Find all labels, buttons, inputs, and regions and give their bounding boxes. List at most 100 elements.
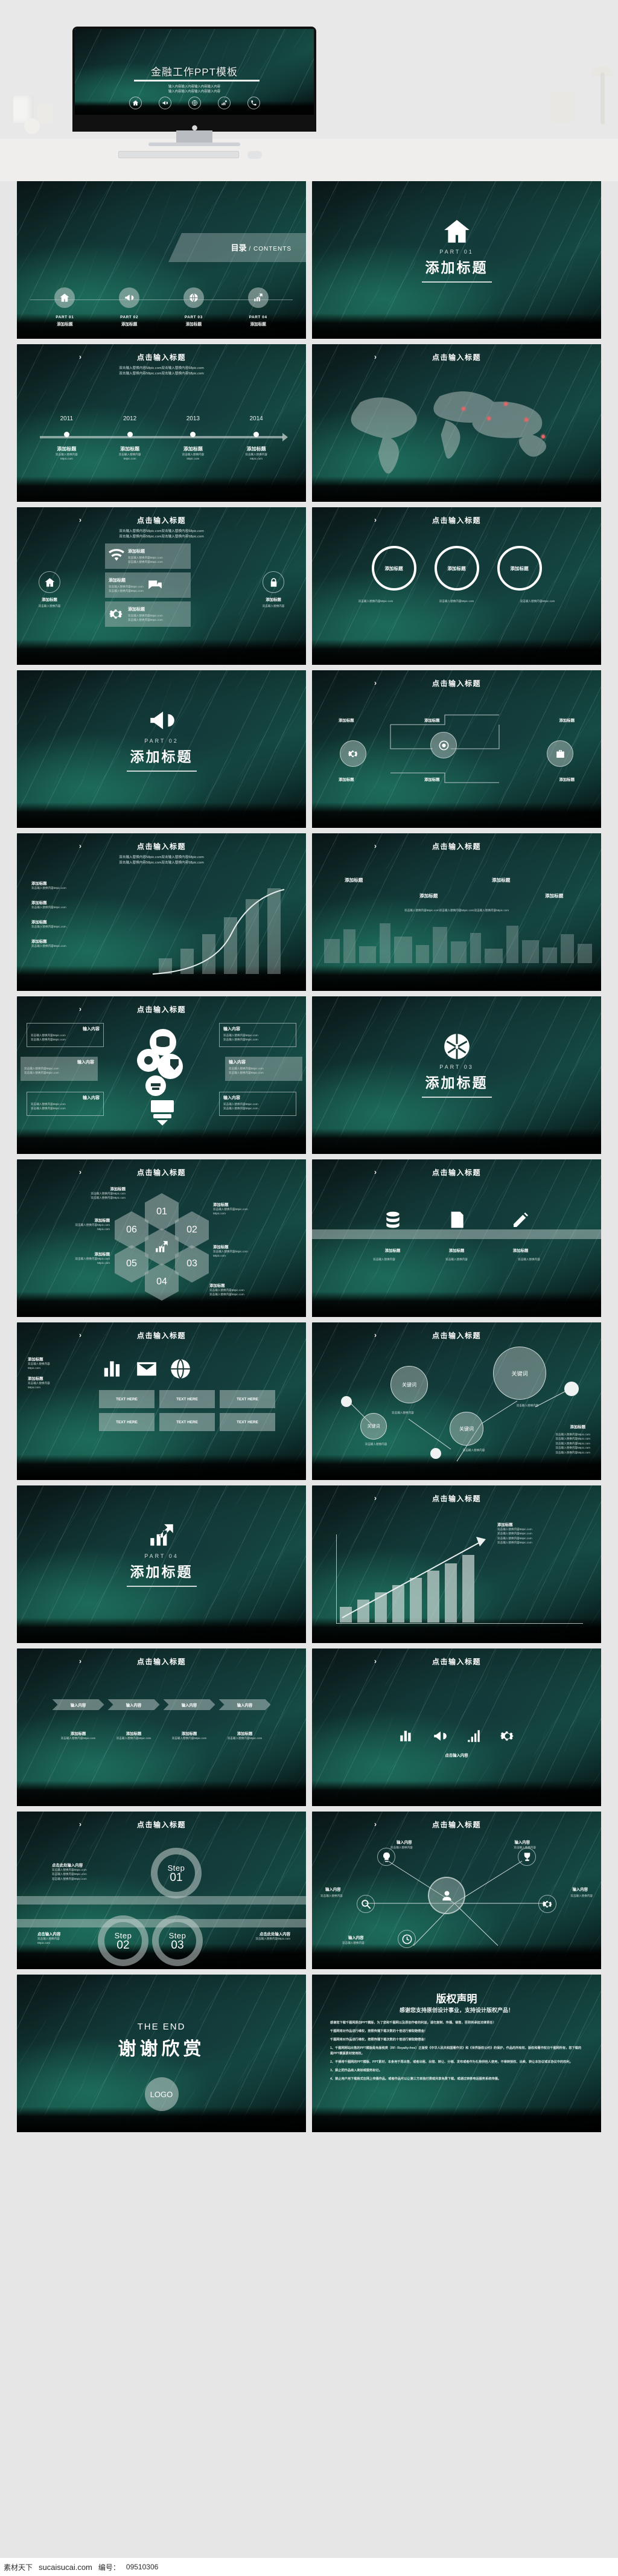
slide-contents[interactable]: 目录 / CONTENTS PART 01 添加标题 PART 02 添加标题 PA… xyxy=(17,181,306,339)
growth-step[interactable]: 添加标题 双击输入替换内容58pic.com xyxy=(31,880,66,890)
network-globe-icon[interactable] xyxy=(188,97,201,109)
step-circle-02[interactable]: Step 02 xyxy=(98,1915,148,1966)
city-tag[interactable]: 添加标题 xyxy=(345,877,363,883)
arrow-chip[interactable]: 输入内容 xyxy=(108,1699,160,1710)
slide-bubbles[interactable]: › 点击输入标题 关键词 关键词 关键词 关键词 双击输入替换内容 双击输入替换内… xyxy=(312,1322,601,1480)
slide-radial[interactable]: › 点击输入标题 输入内容 输入内容 输入内容 输入内容 输入内容 双击输入替换内… xyxy=(312,1812,601,1969)
contents-item-2[interactable]: PART 02 添加标题 xyxy=(97,287,162,327)
slide-copyright[interactable]: 版权声明 感谢您支持原创设计事业，支持设计版权产品！ 感谢您下载千图网原创PPT… xyxy=(312,1975,601,2132)
hex-label-2: 添加标题 双击输入替换内容58pic.com 58pic.com xyxy=(213,1203,248,1216)
search-icon[interactable] xyxy=(357,1895,375,1913)
slide-band-icons[interactable]: › 点击输入标题 添加标题 添加标题 添加标题 双击输入替换内容 双击输入替换内容… xyxy=(312,1159,601,1317)
bubble-keyword[interactable]: 关键词 xyxy=(493,1347,546,1400)
home-icon[interactable] xyxy=(129,97,142,109)
slide-world-map[interactable]: › 点击输入标题 xyxy=(312,344,601,502)
text-cell[interactable]: TEXT HERE xyxy=(220,1390,275,1408)
slide-gear-flow[interactable]: › 点击输入标题 添加标题 添加标题 添加标题 添加标题 添加标题 添加标题 xyxy=(312,670,601,828)
slide-section-03[interactable]: PART 03 添加标题 xyxy=(312,996,601,1154)
text-cell[interactable]: TEXT HERE xyxy=(159,1413,215,1431)
clock-icon[interactable] xyxy=(398,1930,416,1948)
growth-step[interactable]: 添加标题 双击输入替换内容58pic.com xyxy=(31,938,66,948)
city-tag[interactable]: 添加标题 xyxy=(492,877,510,883)
text-cell[interactable]: TEXT HERE xyxy=(99,1413,154,1431)
slide-steps[interactable]: › 点击输入标题 Step 01 Step 02 Step 03 点击此处输入内容 双击… xyxy=(17,1812,306,1969)
trophy-icon[interactable] xyxy=(518,1848,536,1866)
bulb-card[interactable]: 输入内容 双击输入替换内容58pic.com 双击输入替换内容58pic.com xyxy=(27,1092,104,1116)
slide-city[interactable]: › 点击输入标题 添加标题 添加标题 添加标题 添加标题 双击输入替换内容58pi… xyxy=(312,833,601,991)
circle-item[interactable]: 添加标题 xyxy=(497,546,542,591)
slide-arrows[interactable]: › 点击输入标题 输入内容 输入内容 输入内容 输入内容 添加标题 双击输入替换内容… xyxy=(17,1648,306,1806)
gear-icon[interactable] xyxy=(340,740,366,767)
text-cell[interactable]: TEXT HERE xyxy=(220,1413,275,1431)
text-cell[interactable]: TEXT HERE xyxy=(99,1390,154,1408)
lock-icon[interactable] xyxy=(263,571,284,593)
briefcase-icon[interactable] xyxy=(547,740,573,767)
bubble-keyword[interactable]: 关键词 xyxy=(450,1412,483,1446)
bulb-card[interactable]: 输入内容 双击输入替换内容58pic.com 双击输入替换内容58pic.com xyxy=(219,1023,296,1047)
slide-timeline[interactable]: › 点击输入标题 双击输入替换内容58pic.com双击输入替换内容58pic.c… xyxy=(17,344,306,502)
megaphone-icon[interactable] xyxy=(432,1728,448,1744)
city-skyline xyxy=(324,923,592,963)
circle-item[interactable]: 添加标题 xyxy=(371,546,416,591)
step-circle-03[interactable]: Step 03 xyxy=(152,1915,203,1966)
arrow-chip[interactable]: 输入内容 xyxy=(219,1699,271,1710)
city-tag[interactable]: 添加标题 xyxy=(545,892,563,899)
bubble-keyword[interactable]: 关键词 xyxy=(390,1366,428,1403)
slide-end[interactable]: THE END 谢谢欣赏 LOGO xyxy=(17,1975,306,2132)
slide-feature-cards[interactable]: › 点击输入标题 双击输入替换内容58pic.com双击输入替换内容58pic.c… xyxy=(17,507,306,665)
slide-icon-row[interactable]: › 点击输入标题 点击输入内容 xyxy=(312,1648,601,1806)
slide-three-circles[interactable]: › 点击输入标题 添加标题 添加标题 添加标题 双击输入替换内容58pic.com… xyxy=(312,507,601,665)
arrow-chip[interactable]: 输入内容 xyxy=(53,1699,104,1710)
slide-section-02[interactable]: PART 02 添加标题 xyxy=(17,670,306,828)
map-pin[interactable] xyxy=(524,418,528,421)
map-pin[interactable] xyxy=(487,417,491,420)
contents-item-1[interactable]: PART 01 添加标题 xyxy=(33,287,97,327)
bubble-keyword[interactable]: 关键词 xyxy=(360,1413,387,1440)
arrow-chip[interactable]: 输入内容 xyxy=(164,1699,215,1710)
slide-section-01[interactable]: PART 01 添加标题 xyxy=(312,181,601,339)
growth-step[interactable]: 添加标题 双击输入替换内容58pic.com xyxy=(31,900,66,909)
lightbulb-icon[interactable] xyxy=(377,1848,395,1866)
growth-chart-icon[interactable] xyxy=(217,97,231,109)
bars-icon[interactable] xyxy=(466,1728,482,1744)
feature-card[interactable]: 添加标题 双击输入替换内容58pic.com 双击输入替换内容58pic.com xyxy=(105,572,191,598)
text-cell[interactable]: TEXT HERE xyxy=(159,1390,215,1408)
gear-icon[interactable] xyxy=(500,1728,515,1744)
band-item[interactable] xyxy=(499,1210,543,1229)
megaphone-icon[interactable] xyxy=(158,97,171,109)
home-icon[interactable] xyxy=(39,571,60,593)
bulb-card[interactable]: 输入内容 双击输入替换内容58pic.com 双击输入替换内容58pic.com xyxy=(27,1023,104,1047)
slide-text-grid[interactable]: › 点击输入标题 添加标题 双击输入替换内容 58pic.com 添加标题 双击输入… xyxy=(17,1322,306,1480)
slide-hexagons[interactable]: › 点击输入标题 01 02 03 04 05 06 添加标题 双击输入替换内容58… xyxy=(17,1159,306,1317)
map-pin[interactable] xyxy=(462,407,465,411)
bulb-card[interactable]: 输入内容 双击输入替换内容58pic.com 双击输入替换内容58pic.com xyxy=(21,1057,98,1081)
step-circle-01[interactable]: Step 01 xyxy=(151,1848,202,1898)
band-item[interactable] xyxy=(371,1210,415,1229)
chart-icon[interactable] xyxy=(398,1728,414,1744)
feature-card[interactable]: 添加标题 双击输入替换内容58pic.com 双击输入替换内容58pic.com xyxy=(105,601,191,627)
slide-section-04[interactable]: PART 04 添加标题 xyxy=(17,1485,306,1643)
timeline-item[interactable]: 2014 添加标题 双击输入替换内容 58pic.com xyxy=(225,415,288,461)
feature-card[interactable]: 添加标题 双击输入替换内容58pic.com 双击输入替换内容58pic.com xyxy=(105,543,191,569)
node-icon: › xyxy=(374,1657,378,1665)
city-tag[interactable]: 添加标题 xyxy=(419,892,438,899)
bulb-card[interactable]: 输入内容 双击输入替换内容58pic.com 双击输入替换内容58pic.com xyxy=(225,1057,302,1081)
footer-site[interactable]: sucaisucai.com xyxy=(39,2563,92,2572)
map-pin[interactable] xyxy=(541,435,545,438)
timeline-item[interactable]: 2012 添加标题 双击输入替换内容 58pic.com xyxy=(98,415,162,461)
band-item[interactable] xyxy=(435,1210,479,1229)
circle-item[interactable]: 添加标题 xyxy=(434,546,479,591)
bulb-card[interactable]: 输入内容 双击输入替换内容58pic.com 双击输入替换内容58pic.com xyxy=(219,1092,296,1116)
timeline-item[interactable]: 2011 添加标题 双击输入替换内容 58pic.com xyxy=(35,415,98,461)
target-icon[interactable] xyxy=(430,732,457,758)
gear-icon[interactable] xyxy=(538,1895,556,1913)
contents-item-4[interactable]: PART 04 添加标题 xyxy=(226,287,290,327)
phone-icon[interactable] xyxy=(247,97,260,109)
slide-growth-steps[interactable]: › 点击输入标题 双击输入替换内容58pic.com双击输入替换内容58pic.c… xyxy=(17,833,306,991)
slide-bulb[interactable]: › 点击输入标题 输入内容 双击输入替换内容58pic.com 双击输入替换内容58p… xyxy=(17,996,306,1154)
contents-item-3[interactable]: PART 03 添加标题 xyxy=(162,287,226,327)
map-pin[interactable] xyxy=(504,402,508,406)
slide-bar-chart[interactable]: › 点击输入标题 添加标题 双击输入替换内容58pic.com 双击输入替换内容58… xyxy=(312,1485,601,1643)
growth-step[interactable]: 添加标题 双击输入替换内容58pic.com xyxy=(31,919,66,929)
timeline-item[interactable]: 2013 添加标题 双击输入替换内容 58pic.com xyxy=(162,415,225,461)
